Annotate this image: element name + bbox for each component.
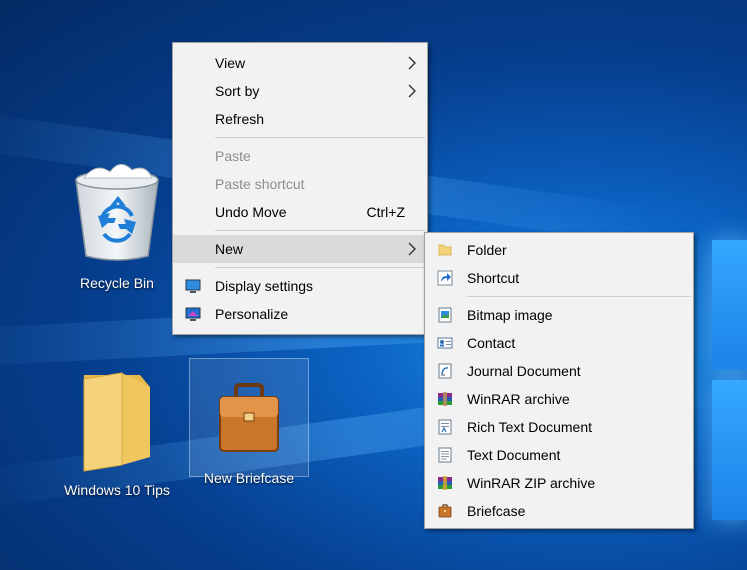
menu-item-view[interactable]: View bbox=[173, 49, 427, 77]
rich-text-document-icon bbox=[438, 419, 452, 435]
menu-item-label: View bbox=[215, 55, 246, 71]
windows-logo-pane bbox=[712, 240, 747, 370]
personalize-icon bbox=[185, 307, 201, 321]
menu-item-sort-by[interactable]: Sort by bbox=[173, 77, 427, 105]
menu-item-display-settings[interactable]: Display settings bbox=[173, 272, 427, 300]
contact-card-icon bbox=[437, 337, 453, 349]
menu-item-new[interactable]: New bbox=[173, 235, 427, 263]
menu-separator bbox=[215, 230, 425, 231]
menu-item-label: Paste bbox=[215, 148, 251, 164]
shortcut-icon bbox=[437, 270, 453, 286]
menu-item-label: Briefcase bbox=[467, 503, 526, 519]
submenu-item-winrar[interactable]: WinRAR archive bbox=[425, 385, 693, 413]
menu-item-label: Undo Move bbox=[215, 204, 287, 220]
submenu-item-folder[interactable]: Folder bbox=[425, 236, 693, 264]
menu-item-label: Text Document bbox=[467, 447, 561, 463]
menu-separator bbox=[215, 137, 425, 138]
submenu-item-winrar-zip[interactable]: WinRAR ZIP archive bbox=[425, 469, 693, 497]
desktop-icon-label: New Briefcase bbox=[203, 470, 295, 486]
chevron-right-icon bbox=[408, 242, 416, 256]
menu-item-label: New bbox=[215, 241, 244, 257]
menu-separator bbox=[215, 267, 425, 268]
winrar-zip-archive-icon bbox=[438, 476, 452, 490]
chevron-right-icon bbox=[408, 56, 416, 70]
menu-item-label: WinRAR archive bbox=[467, 391, 570, 407]
chevron-right-icon bbox=[408, 84, 416, 98]
monitor-icon bbox=[185, 279, 201, 293]
menu-item-paste-shortcut[interactable]: Paste shortcut bbox=[173, 170, 427, 198]
keyboard-shortcut: Ctrl+Z bbox=[366, 204, 406, 220]
desktop-icon-recycle-bin[interactable]: Recycle Bin bbox=[58, 158, 176, 291]
menu-item-undo-move[interactable]: Undo Move Ctrl+Z bbox=[173, 198, 427, 226]
desktop-background[interactable]: Recycle Bin Windows 10 Tips New Briefcas… bbox=[0, 0, 747, 570]
menu-item-label: WinRAR ZIP archive bbox=[467, 475, 596, 491]
briefcase-icon bbox=[438, 504, 452, 518]
menu-item-label: Bitmap image bbox=[467, 307, 553, 323]
bitmap-image-icon bbox=[438, 307, 452, 323]
submenu-item-bitmap[interactable]: Bitmap image bbox=[425, 301, 693, 329]
menu-item-label: Refresh bbox=[215, 111, 265, 127]
recycle-bin-icon bbox=[75, 164, 159, 261]
menu-item-label: Personalize bbox=[215, 306, 289, 322]
winrar-archive-icon bbox=[438, 392, 452, 406]
text-document-icon bbox=[438, 447, 452, 463]
desktop-icon-briefcase[interactable]: New Briefcase bbox=[189, 358, 309, 486]
desktop-icon-label: Recycle Bin bbox=[80, 275, 154, 291]
menu-item-label: Rich Text Document bbox=[467, 419, 593, 435]
submenu-item-rich-text[interactable]: Rich Text Document bbox=[425, 413, 693, 441]
folder-icon bbox=[438, 244, 452, 256]
folder-icon bbox=[83, 372, 150, 472]
submenu-item-journal[interactable]: Journal Document bbox=[425, 357, 693, 385]
menu-item-refresh[interactable]: Refresh bbox=[173, 105, 427, 133]
submenu-item-text-document[interactable]: Text Document bbox=[425, 441, 693, 469]
menu-separator bbox=[467, 296, 691, 297]
briefcase-icon bbox=[219, 383, 279, 452]
menu-item-label: Sort by bbox=[215, 83, 260, 99]
journal-document-icon bbox=[438, 363, 452, 379]
menu-item-label: Paste shortcut bbox=[215, 176, 305, 192]
menu-item-label: Contact bbox=[467, 335, 516, 351]
menu-item-label: Folder bbox=[467, 242, 507, 258]
menu-item-personalize[interactable]: Personalize bbox=[173, 300, 427, 328]
submenu-item-contact[interactable]: Contact bbox=[425, 329, 693, 357]
new-submenu: Folder Shortcut Bitmap image Contact Jou… bbox=[424, 232, 694, 529]
desktop-icon-label: Windows 10 Tips bbox=[64, 482, 170, 498]
submenu-item-shortcut[interactable]: Shortcut bbox=[425, 264, 693, 292]
menu-item-label: Journal Document bbox=[467, 363, 581, 379]
menu-item-label: Display settings bbox=[215, 278, 314, 294]
menu-item-paste[interactable]: Paste bbox=[173, 142, 427, 170]
desktop-icon-folder[interactable]: Windows 10 Tips bbox=[58, 365, 176, 498]
desktop-context-menu: View Sort by Refresh Paste Paste shortcu… bbox=[172, 42, 428, 335]
menu-item-label: Shortcut bbox=[467, 270, 520, 286]
windows-logo-pane bbox=[712, 380, 747, 520]
submenu-item-briefcase[interactable]: Briefcase bbox=[425, 497, 693, 525]
